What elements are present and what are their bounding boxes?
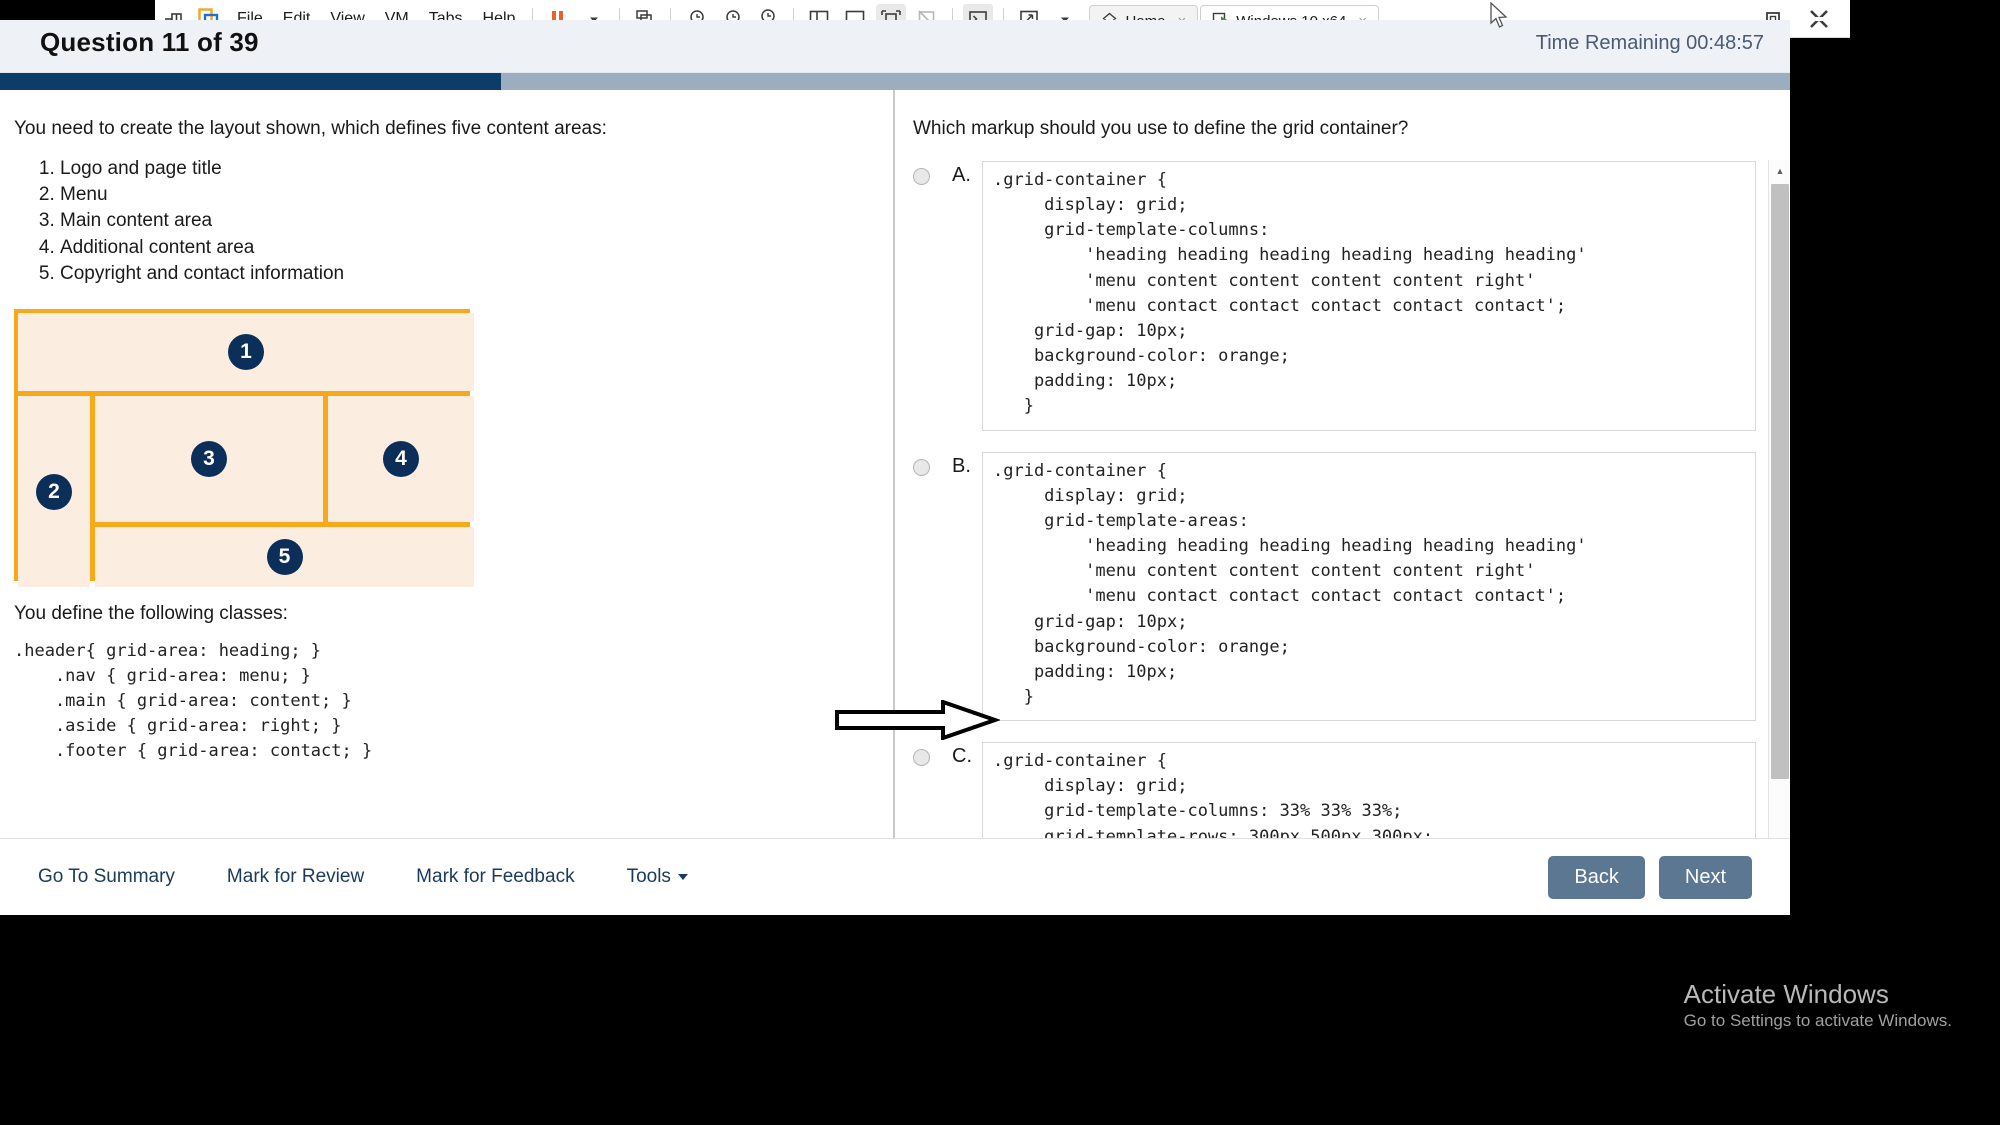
watermark-subtitle: Go to Settings to activate Windows.: [1683, 1010, 1952, 1030]
list-item: Main content area: [60, 208, 863, 234]
screen: File Edit View VM Tabs Help Question 11 …: [0, 0, 2000, 1125]
next-button[interactable]: Next: [1658, 855, 1752, 899]
radio-option-a[interactable]: [913, 168, 930, 185]
diagram-badge: 1: [228, 334, 264, 371]
list-item: Logo and page title: [60, 156, 863, 182]
right-arrow-annotation: [835, 699, 1002, 741]
classes-label: You define the following classes:: [14, 603, 288, 625]
scrollbar-thumb[interactable]: [1771, 184, 1789, 779]
nav-buttons: Back Next: [1548, 855, 1752, 899]
diagram-badge: 4: [383, 441, 419, 478]
option-a[interactable]: A. .grid-container { display: grid; grid…: [913, 161, 1756, 431]
diagram-badge: 5: [266, 539, 303, 576]
diagram-cell-3: 3: [95, 396, 323, 523]
stem-intro: You need to create the layout shown, whi…: [14, 118, 607, 139]
mark-for-review-link[interactable]: Mark for Review: [227, 866, 364, 888]
diagram-cell-4: 4: [328, 396, 474, 523]
question-prompt: Which markup should you use to define th…: [913, 118, 1409, 139]
watermark-title: Activate Windows: [1683, 979, 1889, 1009]
mark-for-feedback-link[interactable]: Mark for Feedback: [416, 866, 574, 888]
diagram-cell-5: 5: [95, 527, 474, 588]
activate-windows-watermark: Activate Windows Go to Settings to activ…: [1684, 978, 1952, 1031]
vertical-scrollbar[interactable]: ▲ ▼: [1768, 160, 1790, 908]
option-b[interactable]: B. .grid-container { display: grid; grid…: [913, 451, 1756, 722]
exam-footer: Go To Summary Mark for Review Mark for F…: [0, 838, 1790, 915]
time-remaining: Time Remaining 00:48:57: [1535, 32, 1764, 54]
page-title: Question 11 of 39: [40, 27, 259, 57]
option-letter: C.: [952, 745, 972, 768]
option-letter: A.: [952, 164, 971, 186]
option-code-b: .grid-container { display: grid; grid-te…: [982, 451, 1756, 722]
exam-header: Question 11 of 39 Time Remaining 00:48:5…: [0, 20, 1790, 73]
diagram-cell-1: 1: [18, 313, 474, 392]
progress-bar-fill: [0, 73, 502, 90]
diagram-badge: 3: [191, 441, 227, 478]
classes-code: .header{ grid-area: heading; } .nav { gr…: [14, 641, 373, 762]
diagram-badge: 2: [36, 473, 72, 510]
option-code-a: .grid-container { display: grid; grid-te…: [982, 161, 1756, 431]
go-to-summary-link[interactable]: Go To Summary: [38, 866, 175, 888]
option-code-c: .grid-container { display: grid; grid-te…: [982, 742, 1756, 838]
layout-diagram: 1 2 3 4 5: [14, 309, 474, 588]
list-item: Menu: [60, 182, 863, 208]
list-item: Additional content area: [60, 235, 863, 261]
exam-window: Question 11 of 39 Time Remaining 00:48:5…: [0, 20, 1790, 915]
scroll-up-arrow-icon[interactable]: ▲: [1769, 160, 1790, 182]
list-item: Copyright and contact information: [60, 261, 863, 287]
radio-option-b[interactable]: [913, 458, 930, 476]
answer-options-pane: Which markup should you use to define th…: [895, 90, 1790, 838]
progress-bar: [0, 73, 1790, 90]
mouse-cursor: [1489, 1, 1511, 30]
radio-option-c[interactable]: [913, 749, 930, 767]
content-areas-list: Logo and page title Menu Main content ar…: [60, 156, 863, 287]
question-stem-pane: You need to create the layout shown, whi…: [0, 90, 893, 838]
option-letter: B.: [952, 454, 971, 477]
tools-dropdown[interactable]: Tools: [627, 866, 688, 888]
option-c[interactable]: C. .grid-container { display: grid; grid…: [913, 742, 1756, 838]
back-button[interactable]: Back: [1548, 855, 1645, 899]
chevron-down-icon: [677, 874, 688, 880]
tools-label: Tools: [626, 866, 671, 887]
diagram-cell-2: 2: [18, 396, 90, 588]
close-icon[interactable]: [1806, 6, 1832, 32]
